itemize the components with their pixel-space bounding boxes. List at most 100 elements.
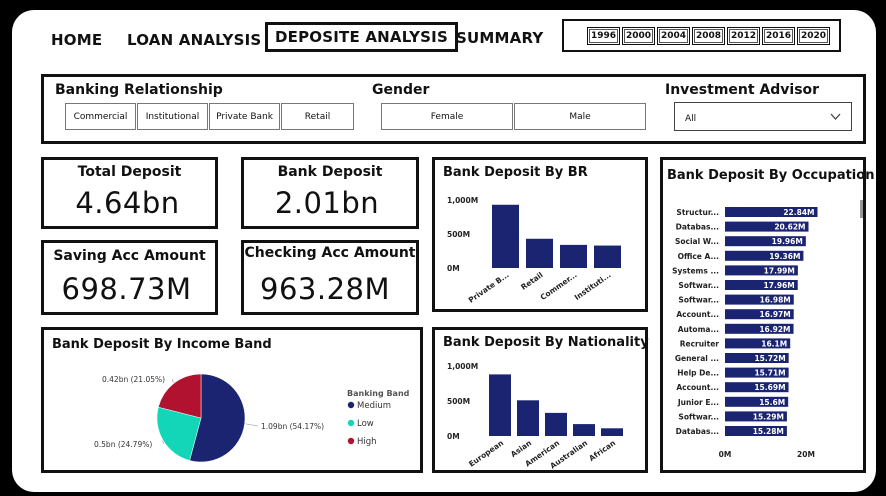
y-tick-label: Office A... bbox=[678, 252, 720, 261]
data-label: 16.1M bbox=[761, 339, 787, 348]
legend-label: Low bbox=[357, 419, 374, 429]
legend-marker bbox=[347, 437, 355, 445]
y-tick-label: Recruiter bbox=[680, 339, 720, 348]
data-label: 17.96M bbox=[764, 281, 795, 290]
kpi-label: Bank Deposit bbox=[277, 164, 383, 180]
banking-relationship-title: Banking Relationship bbox=[55, 82, 223, 98]
y-tick-label: Softwar... bbox=[678, 281, 719, 290]
bar bbox=[526, 238, 553, 268]
kpi-label: Total Deposit bbox=[77, 164, 182, 180]
investment-advisor-dropdown[interactable]: All bbox=[674, 102, 852, 131]
y-tick-label: 0M bbox=[447, 432, 460, 441]
gender-title: Gender bbox=[372, 82, 430, 98]
nav-home[interactable]: HOME bbox=[51, 31, 102, 49]
data-label: 19.96M bbox=[772, 237, 803, 246]
y-tick-label: Social W... bbox=[675, 237, 719, 246]
x-tick-label: Instituti... bbox=[573, 270, 613, 302]
year-button[interactable]: 1996 bbox=[587, 26, 620, 45]
x-tick-label: African bbox=[587, 438, 617, 463]
filter-female[interactable]: Female bbox=[381, 103, 513, 130]
kpi-checking-acc: Checking Acc Amount 963.28M bbox=[241, 240, 419, 315]
kpi-value: 2.01bn bbox=[274, 186, 380, 220]
y-tick-label: 1,000M bbox=[447, 196, 478, 205]
bar bbox=[573, 424, 595, 436]
filter-private-bank[interactable]: Private Bank bbox=[209, 103, 280, 130]
kpi-label: Checking Acc Amount bbox=[244, 245, 416, 261]
year-slicer: 1996 2000 2004 2008 2012 2016 2020 bbox=[562, 19, 841, 52]
chart-card-by-br: Bank Deposit By BR 1,000M 500M 0M Private B… bbox=[432, 157, 648, 312]
bar bbox=[560, 244, 587, 268]
filter-commercial[interactable]: Commercial bbox=[65, 103, 136, 130]
data-label: 15.69M bbox=[754, 383, 785, 392]
filter-male[interactable]: Male bbox=[514, 103, 646, 130]
data-label: 0.42bn (21.05%) bbox=[102, 375, 165, 384]
y-tick-label: Softwar... bbox=[678, 412, 719, 421]
data-label: 15.72M bbox=[754, 354, 785, 363]
bar bbox=[594, 245, 621, 268]
kpi-value: 4.64bn bbox=[75, 186, 180, 220]
y-tick-label: General ... bbox=[675, 354, 719, 363]
chart-by-occupation: Structur... 22.84M Databas... 20.62M Social … bbox=[672, 207, 818, 459]
legend-marker bbox=[347, 419, 355, 427]
y-tick-label: Account... bbox=[676, 310, 719, 319]
year-button[interactable]: 2016 bbox=[762, 26, 795, 45]
data-label: 22.84M bbox=[783, 208, 814, 217]
y-tick-label: Help De... bbox=[677, 369, 719, 378]
filter-institutional[interactable]: Institutional bbox=[137, 103, 208, 130]
bar bbox=[601, 428, 623, 436]
kpi-saving-acc: Saving Acc Amount 698.73M bbox=[41, 240, 218, 315]
data-label: 16.92M bbox=[759, 325, 790, 334]
data-label: 16.97M bbox=[760, 310, 791, 319]
kpi-bank-deposit: Bank Deposit 2.01bn bbox=[241, 157, 419, 229]
nav-deposit-analysis[interactable]: DEPOSITE ANALYSIS bbox=[265, 22, 458, 52]
investment-advisor-title: Investment Advisor bbox=[665, 82, 820, 98]
data-label: 15.29M bbox=[753, 412, 784, 421]
data-label: 19.36M bbox=[769, 252, 800, 261]
y-tick-label: 500M bbox=[447, 397, 470, 406]
x-tick-label: European bbox=[467, 438, 505, 468]
nav-summary[interactable]: SUMMARY bbox=[456, 29, 543, 47]
x-tick-label: Retail bbox=[519, 270, 544, 292]
bar bbox=[545, 412, 567, 436]
chart-card-by-occupation: Bank Deposit By Occupation Structur... 22… bbox=[660, 157, 874, 473]
legend-marker bbox=[347, 401, 355, 409]
chevron-down-icon bbox=[830, 113, 841, 120]
legend-title: Banking Band bbox=[347, 389, 410, 398]
chart-by-nationality: 1,000M500M0MEuropean AsianAmericanAustral… bbox=[447, 362, 623, 470]
year-button[interactable]: 2012 bbox=[727, 26, 760, 45]
y-tick-label: Structur... bbox=[676, 208, 719, 217]
y-tick-label: Databas... bbox=[676, 427, 720, 436]
data-label: 0.5bn (24.79%) bbox=[94, 440, 152, 449]
year-button[interactable]: 2008 bbox=[692, 26, 725, 45]
x-tick-label: 0M bbox=[719, 450, 732, 459]
dropdown-value: All bbox=[685, 114, 697, 124]
chart-card-by-nationality: Bank Deposit By Nationality 1,000M 500M 0M… bbox=[432, 327, 649, 473]
y-tick-label: Systems ... bbox=[672, 266, 719, 275]
bar bbox=[489, 374, 511, 436]
data-label: 1.09bn (54.17%) bbox=[261, 422, 324, 431]
year-button[interactable]: 2004 bbox=[657, 26, 690, 45]
kpi-total-deposit: Total Deposit 4.64bn bbox=[41, 157, 218, 229]
x-tick-label: Private B... bbox=[467, 270, 511, 305]
nav-loan-analysis[interactable]: LOAN ANALYSIS bbox=[127, 31, 261, 49]
kpi-label: Saving Acc Amount bbox=[53, 248, 206, 264]
y-tick-label: Automa... bbox=[678, 325, 719, 334]
y-tick-label: Junior E... bbox=[677, 398, 719, 407]
data-label: 17.99M bbox=[764, 266, 795, 275]
y-tick-label: Softwar... bbox=[678, 296, 719, 305]
year-button[interactable]: 2020 bbox=[797, 26, 830, 45]
y-tick-label: 1,000M bbox=[447, 362, 478, 371]
leader-line bbox=[245, 423, 259, 427]
kpi-value: 698.73M bbox=[61, 272, 192, 306]
y-tick-label: 500M bbox=[447, 230, 470, 239]
x-tick-label: 20M bbox=[797, 450, 815, 459]
kpi-value: 963.28M bbox=[260, 272, 390, 306]
data-label: 15.6M bbox=[759, 398, 785, 407]
data-label: 15.71M bbox=[754, 369, 785, 378]
filter-retail[interactable]: Retail bbox=[281, 103, 354, 130]
leader-line bbox=[171, 378, 174, 383]
chart-by-br: 1,000M 500M 0M Private B... RetailCommer...I… bbox=[447, 196, 621, 305]
chart-by-income-band: 1.09bn (54.17%) 0.5bn (24.79%) 0.42bn (21.… bbox=[94, 373, 410, 463]
year-button[interactable]: 2000 bbox=[622, 26, 655, 45]
bar bbox=[517, 400, 539, 436]
